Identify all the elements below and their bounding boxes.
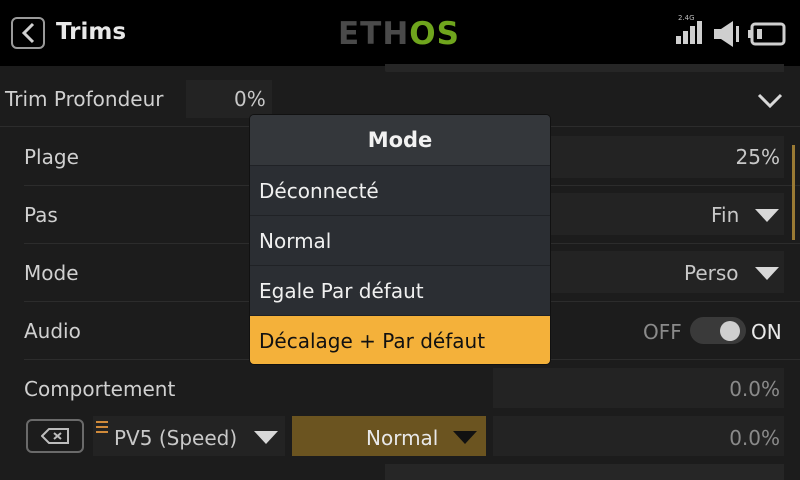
logo-left-text: ETH <box>338 16 410 52</box>
dropdown-arrow-icon <box>755 267 779 280</box>
drag-handle-icon <box>96 421 108 433</box>
ethos-logo: ETHOS <box>338 16 460 52</box>
next-field <box>385 464 784 480</box>
normal-value: Normal <box>366 426 439 450</box>
battery-icon <box>748 22 786 46</box>
mode-dialog: Mode Déconnecté Normal Egale Par défaut … <box>250 115 550 364</box>
option-deconnecte[interactable]: Déconnecté <box>250 165 550 215</box>
dropdown-arrow-icon <box>755 209 779 222</box>
plage-value: 25% <box>735 145 780 169</box>
back-arrow-icon <box>21 22 35 44</box>
scrollbar[interactable] <box>792 145 795 240</box>
signal-bars-icon: 2.4G <box>676 14 706 48</box>
dialog-title: Mode <box>250 115 550 165</box>
mode-value: Perso <box>684 261 739 285</box>
chevron-down-icon[interactable] <box>756 92 784 110</box>
mode-label: Mode <box>24 261 79 285</box>
status-icons: 2.4G <box>676 14 786 48</box>
dropdown-arrow-icon <box>254 431 278 444</box>
comportement-value: 0.0% <box>729 377 780 401</box>
last-value: 0.0% <box>729 426 780 450</box>
plage-label: Plage <box>24 145 79 169</box>
option-normal[interactable]: Normal <box>250 215 550 265</box>
toggle-knob <box>720 321 740 341</box>
mode-field[interactable] <box>550 251 784 293</box>
radio-band-label: 2.4G <box>678 14 695 22</box>
option-egale-par-defaut[interactable]: Egale Par défaut <box>250 265 550 315</box>
audio-off-label: OFF <box>643 320 682 344</box>
clear-button[interactable] <box>26 419 84 453</box>
pas-label: Pas <box>24 203 58 227</box>
option-decalage-par-defaut[interactable]: Décalage + Par défaut <box>250 315 550 364</box>
trim-label: Trim Profondeur <box>5 87 164 111</box>
speaker-icon <box>714 21 739 47</box>
page-title: Trims <box>56 19 127 45</box>
back-button[interactable] <box>11 17 45 49</box>
audio-toggle[interactable] <box>690 317 746 344</box>
audio-on-label: ON <box>751 320 782 344</box>
trim-value: 0% <box>234 87 266 111</box>
dropdown-arrow-icon <box>453 431 477 444</box>
previous-field <box>385 64 784 72</box>
backspace-icon <box>41 428 69 444</box>
source-value: PV5 (Speed) <box>114 426 238 450</box>
pas-field[interactable] <box>550 193 784 235</box>
audio-label: Audio <box>24 319 81 343</box>
comportement-label: Comportement <box>24 377 176 401</box>
pas-value: Fin <box>711 203 740 227</box>
logo-right-text: OS <box>409 16 460 52</box>
